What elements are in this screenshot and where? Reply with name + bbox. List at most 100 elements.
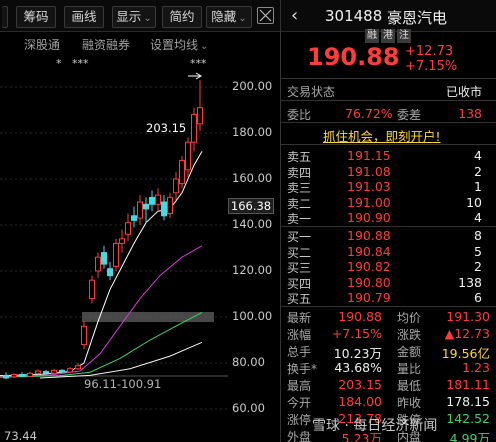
sell-level-2-label: 卖二: [287, 196, 312, 211]
watermark: 雪球 · 每日经济新闻: [312, 418, 438, 434]
stat-value: 1.23: [462, 360, 490, 375]
simple-mode-button[interactable]: 简约: [162, 6, 202, 28]
stat-label: 涨幅: [287, 328, 312, 342]
sell-level-3-price[interactable]: 191.03: [347, 179, 391, 194]
stat-value: 4.99万: [449, 431, 490, 442]
sell-level-1-price[interactable]: 190.90: [347, 210, 391, 225]
sell-level-5-price[interactable]: 191.15: [347, 148, 391, 163]
buy-level-4-label: 买四: [287, 276, 312, 291]
buy-level-3-label: 买三: [287, 261, 312, 275]
margin-trading-link[interactable]: 融资融券: [82, 36, 130, 53]
draw-line-button[interactable]: 画线: [64, 6, 104, 28]
stat-label: 昨收: [397, 396, 422, 410]
stat-label: 今开: [287, 396, 312, 410]
buy-level-2-price[interactable]: 190.84: [347, 244, 391, 259]
trade-status-value: 已收市: [445, 85, 482, 99]
stat-label: 总手: [287, 345, 312, 359]
buy-level-2-label: 买二: [287, 245, 312, 260]
fullscreen-icon[interactable]: [257, 7, 274, 24]
display-button[interactable]: 显示 ⌄: [112, 6, 156, 28]
display-label: 显示: [116, 9, 142, 24]
range-label: 96.11-100.91: [84, 377, 162, 391]
y-tick-100: 100.00: [232, 309, 273, 323]
svg-text:***: ***: [72, 57, 89, 70]
price-change-pct: +7.15%: [405, 59, 458, 74]
y-tick-60: 60.00: [232, 401, 265, 415]
buy-level-1-price[interactable]: 190.88: [347, 228, 391, 243]
stat-label: 均价: [397, 311, 422, 325]
sell-level-2-price[interactable]: 191.00: [347, 195, 391, 210]
y-tick-180: 180.00: [232, 125, 273, 139]
svg-text:*: *: [56, 57, 62, 70]
stat-value: 184.00: [338, 394, 382, 409]
margin-tag: 融: [365, 29, 379, 43]
sell-level-1-volume: 4: [474, 210, 482, 225]
order-ratio-value: 76.72%: [345, 106, 393, 121]
buy-level-3-price[interactable]: 190.82: [347, 259, 391, 274]
sell-level-1-label: 卖一: [287, 212, 312, 226]
y-tick-80: 80.00: [232, 355, 265, 369]
buy-level-4-price[interactable]: 190.80: [347, 275, 391, 290]
chevron-down-icon: ⌄: [200, 41, 209, 52]
back-chevron-icon[interactable]: ‹: [291, 5, 298, 26]
current-price-tag: 166.38: [228, 198, 274, 214]
last-price: 190.88: [307, 43, 400, 71]
hide-label: 隐藏: [211, 9, 237, 24]
svg-text:**: **: [190, 57, 202, 70]
toolbar-edge: [2, 6, 8, 28]
stock-tags: 融港注: [365, 27, 413, 43]
sell-level-3-volume: 1: [474, 179, 482, 194]
hk-connect-link[interactable]: 深股通: [24, 36, 60, 53]
stock-code: 301488: [325, 7, 383, 25]
stock-name: 豪恩汽电: [387, 9, 448, 27]
stat-label: 最高: [287, 379, 312, 393]
registration-tag: 注: [397, 29, 411, 43]
sell-level-5-volume: 4: [474, 148, 482, 163]
sell-level-5-label: 卖五: [287, 150, 312, 164]
stat-label: 量比: [397, 362, 422, 376]
y-tick-200: 200.00: [232, 79, 273, 93]
hide-button[interactable]: 隐藏 ⌄: [206, 6, 252, 28]
high-price-label: 203.15: [146, 121, 187, 135]
buy-level-5-price[interactable]: 190.79: [347, 290, 391, 305]
open-account-promo[interactable]: 抓住机会，即刻开户!: [323, 126, 441, 145]
sell-level-4-label: 卖四: [287, 165, 312, 180]
stat-value: 43.68%: [334, 360, 382, 375]
chips-button[interactable]: 筹码: [16, 6, 56, 28]
buy-level-5-label: 买五: [287, 292, 312, 306]
stat-label: 涨跌: [397, 328, 422, 342]
hk-tag: 港: [381, 29, 395, 43]
buy-level-3-volume: 2: [474, 259, 482, 274]
candlestick-chart[interactable]: * *** ** * 200.00 180.00 160.00 140.00 1…: [0, 52, 280, 442]
buy-level-1-label: 买一: [287, 230, 312, 244]
stat-label: 换手*: [287, 362, 318, 376]
y-tick-160: 160.00: [232, 171, 273, 185]
stat-value: +7.15%: [331, 326, 382, 341]
y-tick-140: 140.00: [232, 217, 273, 231]
buy-level-2-volume: 5: [474, 243, 482, 259]
trade-status-label: 交易状态: [287, 85, 336, 99]
ma-settings-link[interactable]: 设置均线 ⌄: [150, 36, 208, 53]
buy-level-4-volume: 138: [458, 274, 482, 290]
stat-value: ▲12.73: [444, 326, 490, 341]
stat-value: 191.30: [446, 309, 490, 324]
sell-level-4-volume: 2: [474, 163, 482, 179]
stat-value: 203.15: [338, 377, 382, 392]
chevron-down-icon: ⌄: [143, 13, 152, 24]
stat-label: 金额: [397, 345, 422, 359]
svg-text:*: *: [201, 57, 207, 70]
sell-level-2-volume: 10: [466, 194, 482, 210]
stat-label: 涨停: [287, 413, 312, 427]
y-tick-120: 120.00: [232, 263, 273, 277]
quote-panel: ‹ 301488 豪恩汽电 融港注 190.88 +12.73 +7.15% 交…: [280, 0, 496, 442]
stat-label: 最新: [287, 311, 312, 325]
stat-value: 190.88: [338, 309, 382, 324]
buy-level-1-volume: 8: [474, 228, 482, 243]
sell-level-4-price[interactable]: 191.08: [347, 164, 391, 179]
sell-level-3-label: 卖三: [287, 181, 312, 195]
low-price-label: 73.44: [4, 429, 37, 442]
order-ratio-label: 委比: [287, 108, 312, 122]
buy-level-5-volume: 6: [474, 290, 482, 305]
stat-label: 外盘: [287, 430, 312, 442]
order-diff-value: 138: [458, 106, 482, 121]
